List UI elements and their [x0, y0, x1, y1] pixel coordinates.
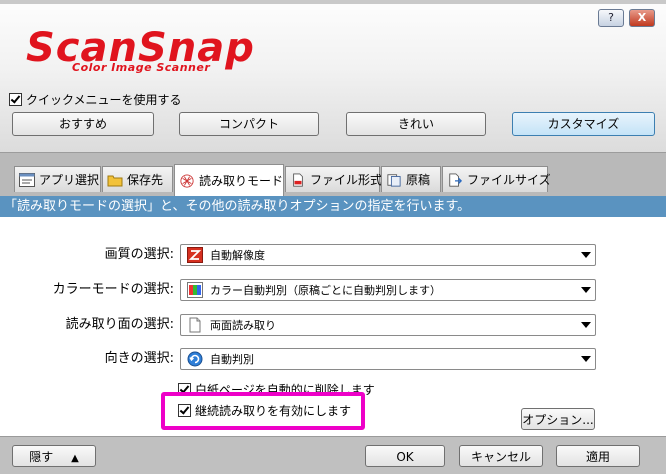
- ok-button[interactable]: OK: [365, 445, 445, 467]
- color-mode-icon: [187, 282, 203, 298]
- chevron-down-icon: [581, 252, 591, 258]
- cancel-button[interactable]: キャンセル: [459, 445, 543, 467]
- scan-side-dropdown[interactable]: 両面読み取り: [180, 314, 596, 336]
- close-button[interactable]: X: [629, 9, 655, 27]
- preset-recommended-button[interactable]: おすすめ: [12, 112, 154, 136]
- quick-menu-toggle[interactable]: クイックメニューを使用する: [9, 91, 182, 107]
- image-quality-label: 画質の選択:: [104, 247, 174, 262]
- scan-side-value: 両面読み取り: [210, 319, 276, 332]
- tab-scan-mode[interactable]: 読み取りモード: [174, 164, 284, 196]
- tab-label: ファイル形式: [310, 173, 383, 187]
- chevron-up-icon: ▲: [71, 453, 79, 464]
- tab-file-format[interactable]: ファイル形式: [285, 166, 383, 192]
- preset-customize-button[interactable]: カスタマイズ: [512, 112, 655, 136]
- apply-button[interactable]: 適用: [556, 445, 640, 467]
- rotation-icon: [187, 351, 203, 367]
- tab-app-select[interactable]: アプリ選択: [14, 166, 101, 192]
- folder-icon: [107, 175, 123, 186]
- image-quality-dropdown[interactable]: 自動解像度: [180, 244, 596, 266]
- tab-label: 保存先: [127, 173, 164, 187]
- tab-document[interactable]: 原稿: [381, 166, 441, 192]
- description-bar: 「読み取りモードの選択」と、その他の読み取りオプションの指定を行います。: [0, 196, 666, 217]
- quick-menu-checkbox[interactable]: [9, 92, 22, 106]
- file-format-icon: [293, 172, 303, 187]
- scan-mode-icon: [180, 173, 194, 188]
- duplex-icon: [189, 317, 201, 333]
- file-size-icon: [449, 172, 463, 187]
- orientation-label: 向きの選択:: [104, 351, 174, 366]
- preset-compact-button[interactable]: コンパクト: [179, 112, 319, 136]
- scansnap-logo: ScanSnap Color Image Scanner: [26, 28, 316, 76]
- logo-sub-text: Color Image Scanner: [72, 61, 211, 74]
- highlight-box: [161, 392, 365, 430]
- tab-label: アプリ選択: [39, 173, 100, 187]
- tab-label: 原稿: [406, 173, 431, 187]
- options-button[interactable]: オプション...: [521, 408, 595, 430]
- tab-file-size[interactable]: ファイルサイズ: [442, 166, 551, 192]
- scan-side-label: 読み取り面の選択:: [65, 317, 174, 332]
- color-mode-dropdown[interactable]: カラー自動判別（原稿ごとに自動判別します）: [180, 279, 596, 301]
- hide-label: 隠す: [29, 450, 54, 464]
- orientation-dropdown[interactable]: 自動判別: [180, 348, 596, 370]
- tab-save-location[interactable]: 保存先: [102, 166, 173, 192]
- tab-label: ファイルサイズ: [467, 173, 551, 187]
- chevron-down-icon: [581, 287, 591, 293]
- image-quality-value: 自動解像度: [210, 249, 265, 262]
- app-select-icon: [19, 172, 35, 187]
- help-button[interactable]: ?: [598, 9, 624, 27]
- preset-fine-button[interactable]: きれい: [346, 112, 486, 136]
- hide-button[interactable]: 隠す ▲: [12, 445, 96, 467]
- quick-menu-label: クイックメニューを使用する: [26, 92, 182, 107]
- auto-resolution-icon: [187, 247, 203, 263]
- tab-label: 読み取りモード: [199, 174, 284, 188]
- orientation-value: 自動判別: [210, 353, 254, 366]
- color-mode-label: カラーモードの選択:: [52, 282, 174, 297]
- chevron-down-icon: [581, 322, 591, 328]
- chevron-down-icon: [581, 356, 591, 362]
- paper-icon: [387, 173, 401, 187]
- color-mode-value: カラー自動判別（原稿ごとに自動判別します）: [210, 284, 441, 297]
